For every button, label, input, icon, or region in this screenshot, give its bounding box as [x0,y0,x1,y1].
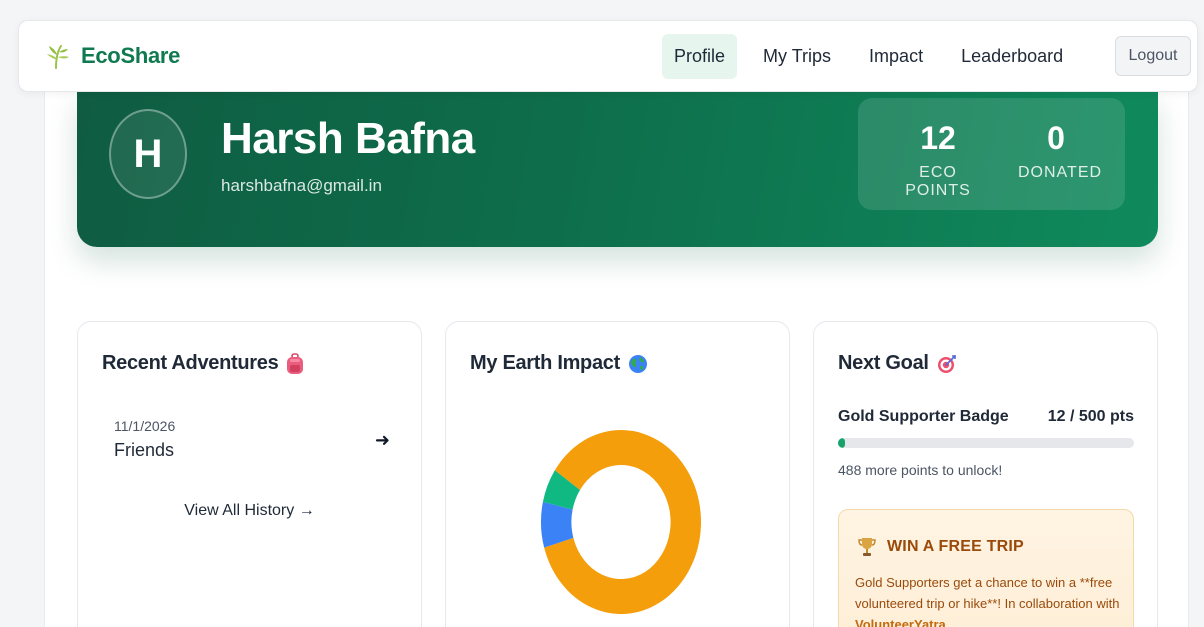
earth-impact-title: My Earth Impact [470,352,648,375]
stats-box: 12 ECO POINTS 0 DONATED [858,98,1125,210]
promo-title: WIN A FREE TRIP [857,536,1024,558]
globe-icon [628,354,647,373]
promo-text: Gold Supporters get a chance to win a **… [855,572,1123,627]
nav-link-my-trips[interactable]: My Trips [751,34,843,79]
goal-progress-bar [838,438,1134,448]
goal-badge-label: Gold Supporter Badge [838,408,1009,425]
next-goal-heading: Next Goal [838,352,929,374]
recent-adventures-title: Recent Adventures [102,352,304,375]
nav-link-leaderboard[interactable]: Leaderboard [949,34,1075,79]
target-icon [937,354,956,373]
goal-row: Gold Supporter Badge 12 / 500 pts [838,408,1134,426]
donated-value: 0 [1047,120,1065,156]
leaf-icon [47,45,69,69]
earth-impact-card: My Earth Impact [445,321,790,627]
top-navbar: EcoShare Profile My Trips Impact Leaderb… [18,20,1198,92]
profile-hero: H Harsh Bafna harshbafna@gmail.in 12 ECO… [77,92,1158,247]
logout-button[interactable]: Logout [1115,36,1191,76]
recent-adventures-card: Recent Adventures 11/1/2026 Friends ➜ Vi… [77,321,422,627]
eco-points-label: ECO POINTS [905,164,971,199]
nav-link-impact[interactable]: Impact [857,34,935,79]
trip-name: Friends [114,440,175,460]
backpack-icon [287,352,304,374]
next-goal-title: Next Goal [838,352,957,375]
trophy-icon [858,538,876,556]
earth-impact-heading: My Earth Impact [470,352,620,374]
donated-stat: 0 DONATED [1018,118,1103,182]
view-all-history-link[interactable]: View All History → [78,502,421,520]
donated-label: DONATED [1018,164,1103,181]
promo-tail: . [945,617,950,627]
trip-date: 11/1/2026 [114,418,176,434]
avatar: H [109,109,187,199]
user-name: Harsh Bafna [221,114,475,163]
promo-body: Gold Supporters get a chance to win a **… [855,575,1120,611]
brand[interactable]: EcoShare [45,43,180,69]
arrow-right-icon[interactable]: ➜ [375,430,390,451]
goal-hint: 488 more points to unlock! [838,462,1003,478]
promo-heading: WIN A FREE TRIP [887,538,1024,555]
eco-points-value: 12 [920,120,956,156]
goal-progress-fill [838,438,846,448]
nav-link-profile[interactable]: Profile [662,34,738,79]
volunteer-yatra-link[interactable]: VolunteerYatra [855,617,946,627]
next-goal-card: Next Goal Gold Supporter Badge 12 / 500 … [813,321,1158,627]
brand-name: EcoShare [81,43,181,68]
trip-row[interactable]: 11/1/2026 Friends ➜ [114,418,390,468]
impact-donut-chart [541,430,701,614]
free-trip-promo: WIN A FREE TRIP Gold Supporters get a ch… [838,509,1134,627]
user-email: harshbafna@gmail.in [221,176,382,195]
nav-links: Profile My Trips Impact Leaderboard [662,34,1089,79]
goal-progress-text: 12 / 500 pts [1047,408,1134,425]
eco-points-stat: 12 ECO POINTS [888,118,988,200]
recent-adventures-heading: Recent Adventures [102,352,279,374]
